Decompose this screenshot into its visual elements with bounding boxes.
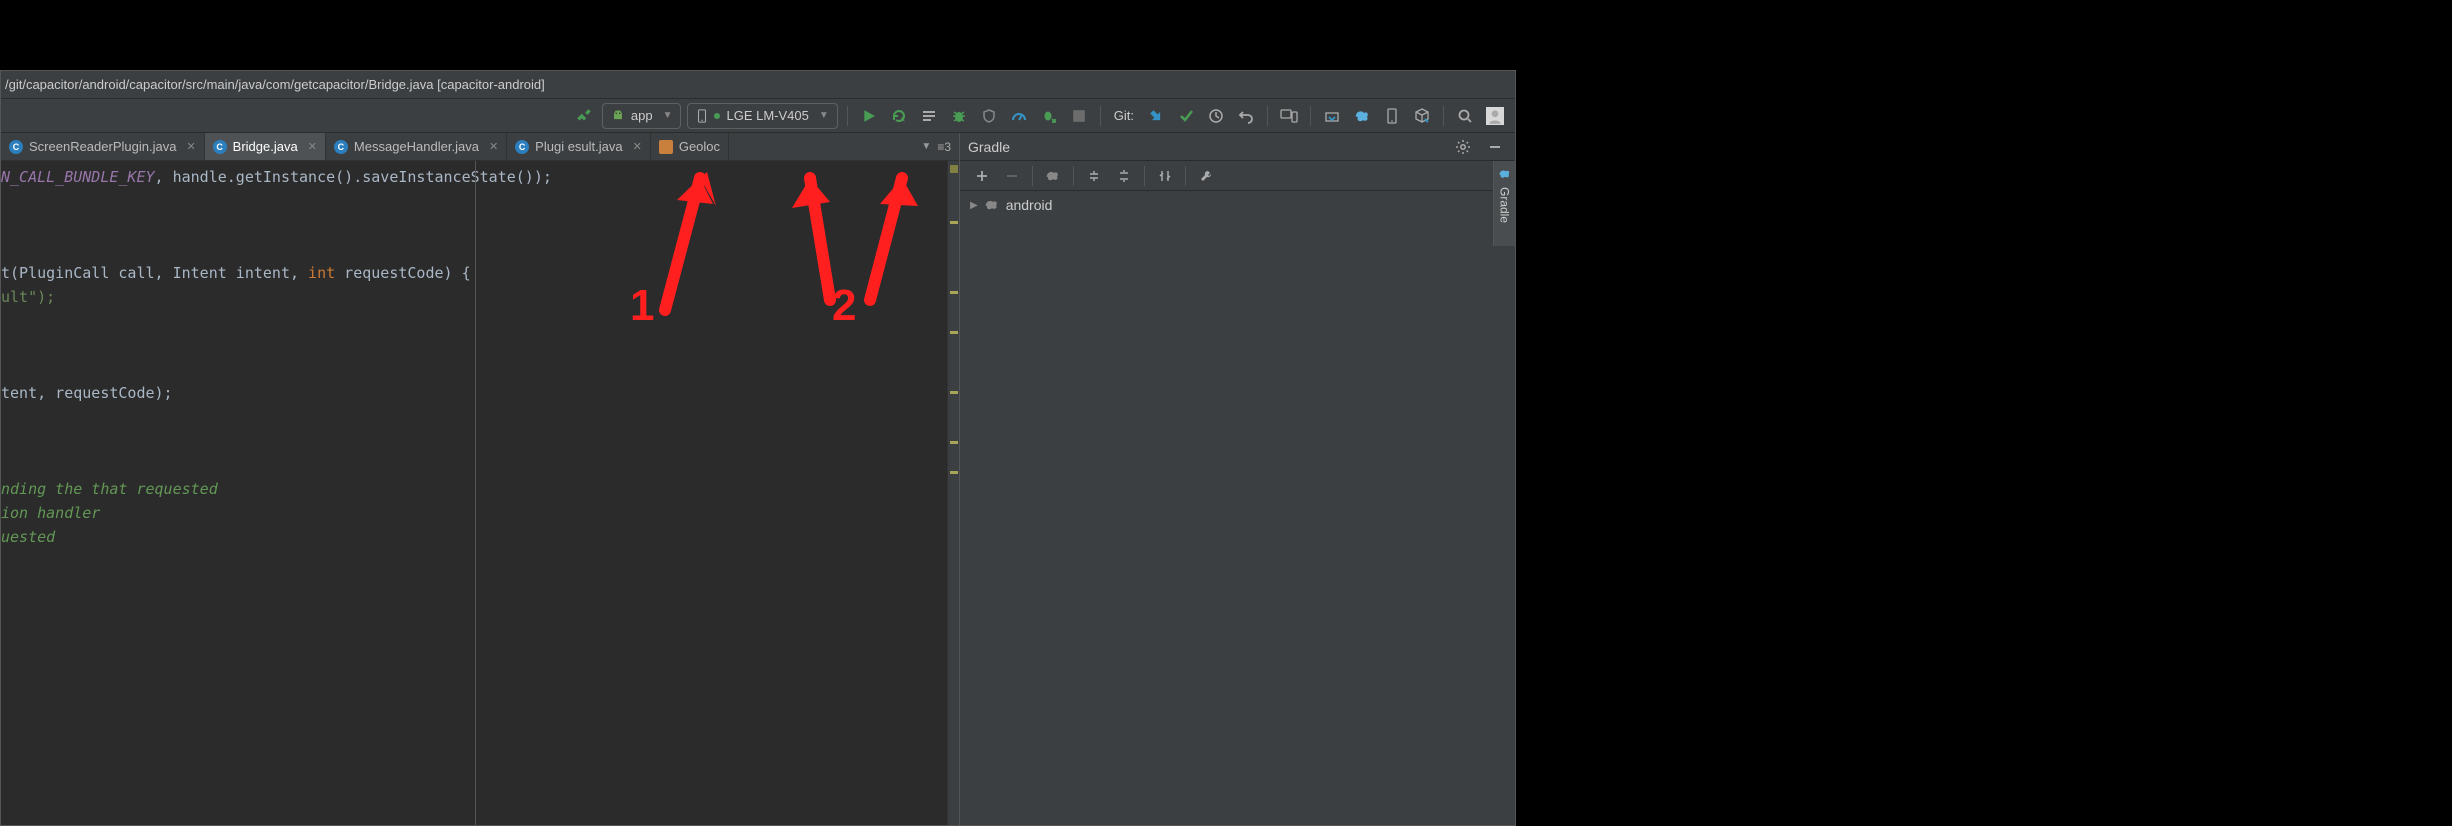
apply-code-changes-button[interactable] bbox=[917, 104, 941, 128]
gradle-icon[interactable] bbox=[1039, 163, 1067, 189]
sdk-manager-button[interactable] bbox=[1320, 104, 1344, 128]
main-area: C ScreenReaderPlugin.java ✕ C Bridge.jav… bbox=[1, 133, 1515, 825]
tab-label: Plugi esult.java bbox=[535, 139, 622, 154]
editor-body: N_CALL_BUNDLE_KEY, handle.getInstance().… bbox=[1, 161, 959, 825]
gradle-tree[interactable]: ▶ android bbox=[960, 191, 1515, 825]
main-toolbar: app ▼ LGE LM-V405 ▼ A bbox=[1, 99, 1515, 133]
debug-button[interactable] bbox=[947, 104, 971, 128]
gradle-panel: Gradle bbox=[959, 133, 1515, 825]
close-icon[interactable]: ✕ bbox=[489, 140, 498, 153]
vcs-update-button[interactable] bbox=[1144, 104, 1168, 128]
gradle-elephant-icon bbox=[984, 198, 1000, 212]
close-icon[interactable]: ✕ bbox=[633, 140, 642, 153]
svg-text:A: A bbox=[900, 117, 905, 124]
tabs-overflow[interactable]: ▼ ≡3 bbox=[913, 133, 959, 160]
editor-tab[interactable]: C MessageHandler.java ✕ bbox=[326, 133, 507, 160]
expand-all-button[interactable] bbox=[1080, 163, 1108, 189]
device-label: LGE LM-V405 bbox=[726, 108, 808, 123]
close-icon[interactable]: ✕ bbox=[308, 140, 317, 153]
vcs-rollback-button[interactable] bbox=[1234, 104, 1258, 128]
gradle-elephant-icon bbox=[1498, 167, 1512, 181]
minimize-icon[interactable] bbox=[1483, 135, 1507, 159]
tab-label: Geoloc bbox=[679, 139, 720, 154]
class-icon: C bbox=[515, 140, 529, 154]
editor-column: C ScreenReaderPlugin.java ✕ C Bridge.jav… bbox=[1, 133, 959, 825]
sync-gradle-button[interactable] bbox=[1350, 104, 1374, 128]
android-icon bbox=[611, 109, 625, 123]
expand-arrow-icon[interactable]: ▶ bbox=[970, 200, 978, 211]
collapse-all-button[interactable] bbox=[1110, 163, 1138, 189]
run-button[interactable] bbox=[857, 104, 881, 128]
profiler-button[interactable] bbox=[1007, 104, 1031, 128]
panel-header: Gradle bbox=[960, 133, 1515, 161]
settings-icon[interactable] bbox=[1451, 135, 1475, 159]
tab-label: Bridge.java bbox=[233, 139, 298, 154]
panel-toolbar bbox=[960, 161, 1515, 191]
attach-debugger-button[interactable] bbox=[1037, 104, 1061, 128]
hidden-tabs-count: ≡3 bbox=[937, 140, 951, 154]
chevron-down-icon: ▼ bbox=[921, 141, 931, 152]
device-dropdown[interactable]: LGE LM-V405 ▼ bbox=[687, 103, 837, 129]
resource-manager-button[interactable] bbox=[1410, 104, 1434, 128]
right-margin-guide bbox=[475, 161, 476, 825]
right-tool-tab-gradle[interactable]: Gradle bbox=[1493, 161, 1515, 246]
editor-tab[interactable]: C Bridge.java ✕ bbox=[205, 133, 326, 160]
code-editor[interactable]: N_CALL_BUNDLE_KEY, handle.getInstance().… bbox=[1, 161, 947, 825]
class-icon: C bbox=[334, 140, 348, 154]
vcs-commit-button[interactable] bbox=[1174, 104, 1198, 128]
tab-label: ScreenReaderPlugin.java bbox=[29, 139, 176, 154]
run-config-label: app bbox=[631, 108, 653, 123]
wrench-icon[interactable] bbox=[1192, 163, 1220, 189]
editor-tabs: C ScreenReaderPlugin.java ✕ C Bridge.jav… bbox=[1, 133, 959, 161]
tree-row[interactable]: ▶ android bbox=[970, 197, 1505, 213]
class-icon: C bbox=[9, 140, 23, 154]
status-dot-icon bbox=[714, 113, 720, 119]
coverage-button[interactable] bbox=[977, 104, 1001, 128]
user-avatar[interactable] bbox=[1483, 104, 1507, 128]
project-name: android bbox=[1006, 197, 1053, 213]
window-title: /git/capacitor/android/capacitor/src/mai… bbox=[5, 77, 545, 92]
editor-tab[interactable]: C ScreenReaderPlugin.java ✕ bbox=[1, 133, 205, 160]
close-icon[interactable]: ✕ bbox=[186, 140, 195, 153]
build-hammer-icon[interactable] bbox=[572, 104, 596, 128]
avd-manager-button[interactable] bbox=[1277, 104, 1301, 128]
vtab-label: Gradle bbox=[1498, 181, 1512, 223]
stop-button[interactable] bbox=[1067, 104, 1091, 128]
search-button[interactable] bbox=[1453, 104, 1477, 128]
class-icon: C bbox=[213, 140, 227, 154]
tab-label: MessageHandler.java bbox=[354, 139, 479, 154]
editor-tab[interactable]: Geoloc bbox=[651, 133, 729, 160]
file-icon bbox=[659, 140, 673, 154]
panel-title: Gradle bbox=[968, 139, 1443, 155]
editor-tab[interactable]: C Plugi esult.java ✕ bbox=[507, 133, 651, 160]
chevron-down-icon: ▼ bbox=[663, 110, 673, 121]
phone-icon bbox=[696, 109, 708, 123]
title-bar: /git/capacitor/android/capacitor/src/mai… bbox=[1, 71, 1515, 99]
apply-changes-button[interactable]: A bbox=[887, 104, 911, 128]
toggle-offline-button[interactable] bbox=[1151, 163, 1179, 189]
chevron-down-icon: ▼ bbox=[819, 110, 829, 121]
run-configuration-dropdown[interactable]: app ▼ bbox=[602, 103, 682, 129]
vcs-history-button[interactable] bbox=[1204, 104, 1228, 128]
ide-window: /git/capacitor/android/capacitor/src/mai… bbox=[0, 70, 1516, 826]
git-label: Git: bbox=[1114, 108, 1134, 123]
device-file-explorer-button[interactable] bbox=[1380, 104, 1404, 128]
add-button[interactable] bbox=[968, 163, 996, 189]
remove-button[interactable] bbox=[998, 163, 1026, 189]
marker-bar[interactable] bbox=[947, 161, 959, 825]
